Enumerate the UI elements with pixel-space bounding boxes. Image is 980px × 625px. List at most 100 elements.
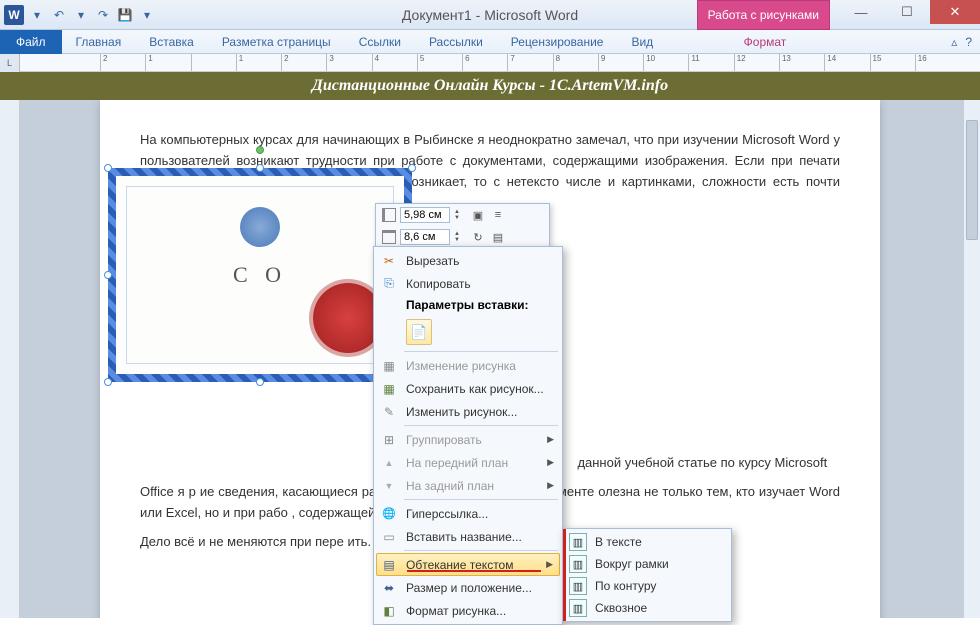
ruler-tick: 2	[281, 54, 326, 71]
tab-review[interactable]: Рецензирование	[497, 31, 618, 53]
quick-access-toolbar: W ▾ ↶ ▾ ↷ 💾 ▾	[0, 5, 156, 25]
redo-icon[interactable]: ↷	[94, 6, 112, 24]
highlight-underline	[407, 570, 541, 572]
menu-save-as-picture[interactable]: Сохранить как рисунок...	[376, 377, 560, 400]
ruler-tick: 11	[688, 54, 733, 71]
ruler-tick	[191, 54, 236, 71]
selected-picture[interactable]: С О	[100, 160, 420, 390]
caption-icon	[380, 528, 398, 546]
resize-handle[interactable]	[104, 164, 112, 172]
resize-handle[interactable]	[256, 378, 264, 386]
help-icon[interactable]: ?	[965, 35, 972, 49]
submenu-square[interactable]: ▥Вокруг рамки	[565, 553, 729, 575]
submenu-arrow-icon: ▶	[546, 559, 553, 570]
menu-copy[interactable]: Копировать	[376, 272, 560, 295]
back-icon	[380, 477, 398, 495]
picture-size-mini-toolbar: ▲▼ ▣ ≡ ▲▼ ↻ ▤	[375, 203, 550, 249]
submenu-inline[interactable]: ▥В тексте	[565, 531, 729, 553]
scrollbar-thumb[interactable]	[966, 120, 978, 240]
tab-insert[interactable]: Вставка	[135, 31, 208, 53]
maximize-button[interactable]: ☐	[884, 0, 930, 24]
tab-layout[interactable]: Разметка страницы	[208, 31, 345, 53]
wrap-square-icon: ▥	[569, 555, 587, 573]
menu-format-picture[interactable]: Формат рисунка...	[376, 599, 560, 622]
align-icon[interactable]: ≡	[490, 207, 506, 223]
tab-mailings[interactable]: Рассылки	[415, 31, 497, 53]
menu-cut[interactable]: Вырезать	[376, 249, 560, 272]
menu-separator	[404, 499, 558, 500]
horizontal-ruler[interactable]: 2 1 1 2 3 4 5 6 7 8 9 10 11 12 13 14 15 …	[20, 54, 980, 71]
wrap-text-icon	[380, 556, 398, 574]
width-icon	[382, 230, 396, 244]
tab-references[interactable]: Ссылки	[345, 31, 415, 53]
crop-icon[interactable]: ▣	[470, 207, 486, 223]
cert-title: С О	[233, 257, 287, 292]
qat-dropdown-icon[interactable]: ▾	[72, 6, 90, 24]
ribbon-tabs: Файл Главная Вставка Разметка страницы С…	[0, 30, 980, 54]
ruler-tick: 9	[598, 54, 643, 71]
tab-view[interactable]: Вид	[617, 31, 667, 53]
menu-separator	[404, 550, 558, 551]
wrap-icon[interactable]: ▤	[490, 229, 506, 245]
menu-edit-picture[interactable]: Изменить рисунок...	[376, 400, 560, 423]
minimize-button[interactable]: —	[838, 0, 884, 24]
save-icon[interactable]: 💾	[116, 6, 134, 24]
word-app-icon[interactable]: W	[4, 5, 24, 25]
certificate-image[interactable]: С О	[108, 168, 412, 382]
ruler-tick: 6	[462, 54, 507, 71]
submenu-arrow-icon: ▶	[547, 434, 554, 445]
rotate-handle[interactable]	[256, 146, 264, 154]
ruler-tick: 14	[824, 54, 869, 71]
highlight-bar	[563, 529, 566, 621]
size-icon	[380, 579, 398, 597]
menu-size-position[interactable]: Размер и положение...	[376, 576, 560, 599]
ribbon-minimize-icon[interactable]: ▵	[951, 35, 957, 49]
cut-icon	[380, 252, 398, 270]
horizontal-ruler-area: L 2 1 1 2 3 4 5 6 7 8 9 10 11 12 13 14 1…	[0, 54, 980, 72]
wrap-inline-icon: ▥	[569, 533, 587, 551]
file-tab[interactable]: Файл	[0, 30, 62, 54]
qat-dropdown-icon[interactable]: ▾	[28, 6, 46, 24]
front-icon	[380, 454, 398, 472]
menu-hyperlink[interactable]: Гиперссылка...	[376, 502, 560, 525]
resize-handle[interactable]	[104, 271, 112, 279]
spinner[interactable]: ▲▼	[454, 231, 466, 243]
spinner[interactable]: ▲▼	[454, 209, 466, 221]
resize-handle[interactable]	[256, 164, 264, 172]
paste-option-icon[interactable]: 📄	[406, 319, 432, 345]
paste-options-label: Параметры вставки:	[376, 295, 560, 315]
ribbon-help-controls: ▵ ?	[951, 35, 972, 49]
group-icon	[380, 431, 398, 449]
width-input[interactable]	[400, 229, 450, 245]
resize-handle[interactable]	[104, 378, 112, 386]
resize-handle[interactable]	[408, 164, 416, 172]
ruler-tick: 4	[372, 54, 417, 71]
ruler-tick: 5	[417, 54, 462, 71]
ruler-tick: 3	[326, 54, 371, 71]
menu-bring-front: На передний план▶	[376, 451, 560, 474]
ruler-tick: 7	[507, 54, 552, 71]
wrap-through-icon: ▥	[569, 599, 587, 617]
ruler-tick: 13	[779, 54, 824, 71]
undo-icon[interactable]: ↶	[50, 6, 68, 24]
submenu-tight[interactable]: ▥По контуру	[565, 575, 729, 597]
save-picture-icon	[380, 380, 398, 398]
menu-insert-caption[interactable]: Вставить название...	[376, 525, 560, 548]
tab-format[interactable]: Формат	[700, 31, 830, 53]
rotate-icon[interactable]: ↻	[470, 229, 486, 245]
vertical-ruler[interactable]	[0, 100, 20, 618]
ruler-tick: 10	[643, 54, 688, 71]
menu-text-wrap[interactable]: Обтекание текстом▶	[376, 553, 560, 576]
qat-dropdown-icon[interactable]: ▾	[138, 6, 156, 24]
watermark-banner: Дистанционные Онлайн Курсы - 1C.ArtemVM.…	[0, 72, 980, 100]
picture-tools-context-tab[interactable]: Работа с рисунками	[697, 0, 830, 30]
tab-selector-icon[interactable]: L	[0, 54, 20, 72]
edit-picture-icon	[380, 403, 398, 421]
vertical-scrollbar[interactable]	[963, 100, 980, 618]
height-input[interactable]	[400, 207, 450, 223]
picture-icon	[380, 357, 398, 375]
wrap-text-submenu: ▥В тексте ▥Вокруг рамки ▥По контуру ▥Скв…	[562, 528, 732, 622]
tab-home[interactable]: Главная	[62, 31, 136, 53]
close-button[interactable]: ✕	[930, 0, 980, 24]
submenu-through[interactable]: ▥Сквозное	[565, 597, 729, 619]
